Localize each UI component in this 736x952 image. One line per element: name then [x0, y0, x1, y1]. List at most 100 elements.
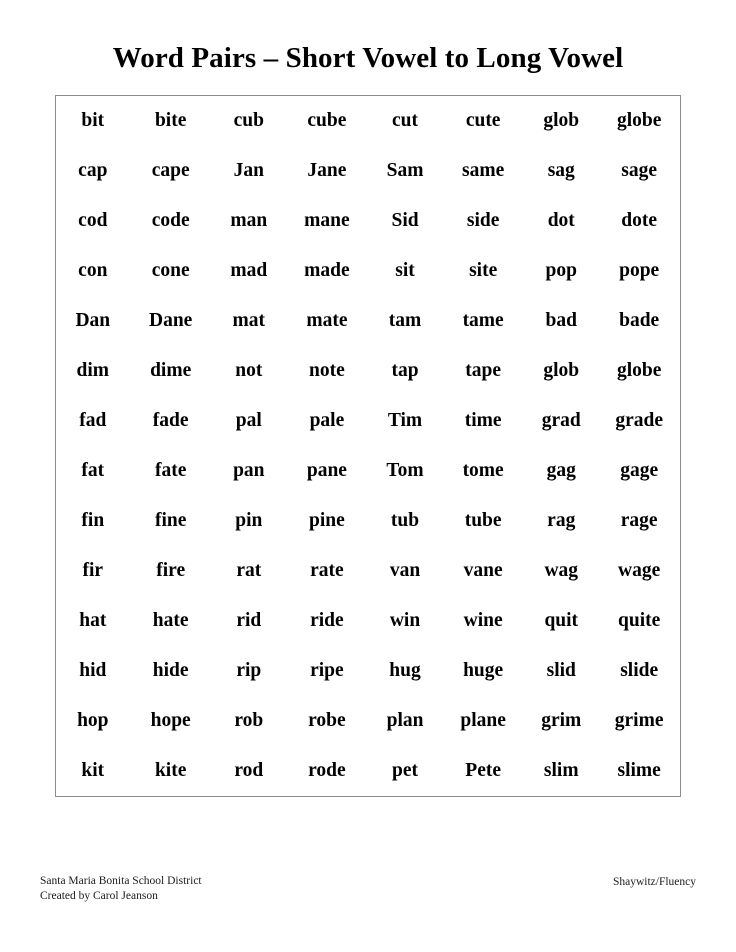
word-long: dote: [621, 210, 658, 232]
word-short: slim: [543, 760, 579, 782]
table-row: con cone mad made sit site pop pope: [56, 246, 681, 296]
page-footer: Santa Maria Bonita School District Creat…: [0, 874, 736, 904]
word-long: mane: [304, 210, 350, 232]
word-long: Pete: [465, 760, 501, 782]
table-row: fat fate pan pane Tom tome gag gage: [56, 446, 681, 496]
table-row: dim dime not note tap tape glob globe: [56, 346, 681, 396]
word-short: plan: [386, 710, 424, 732]
word-long: slide: [620, 660, 659, 682]
word-short: sit: [395, 260, 415, 282]
word-short: rod: [234, 760, 264, 782]
word-short: Jan: [233, 160, 264, 182]
word-short: wag: [544, 560, 579, 582]
word-long: fate: [154, 460, 187, 482]
word-long: globe: [616, 360, 662, 382]
word-long: slime: [617, 760, 661, 782]
word-short: rob: [234, 710, 264, 732]
word-short: Sam: [386, 160, 424, 182]
word-pairs-table-wrap: bit bite cub cube cut cute glob globe cap cape Jan…: [55, 95, 681, 798]
word-long: site: [469, 260, 498, 282]
word-short: kit: [81, 760, 105, 782]
word-short: fat: [81, 460, 105, 482]
word-long: pane: [306, 460, 347, 482]
word-long: rage: [620, 510, 658, 532]
word-short: sag: [547, 160, 575, 182]
word-short: cod: [78, 210, 108, 232]
word-short: pet: [392, 760, 419, 782]
table-row: Dan Dane mat mate tam tame bad bade: [56, 296, 681, 346]
word-long: wine: [463, 610, 503, 632]
word-pairs-table: bit bite cub cube cut cute glob globe cap cape Jan…: [55, 95, 681, 798]
word-long: cute: [465, 110, 501, 132]
word-short: quit: [544, 610, 579, 632]
word-long: robe: [308, 710, 346, 732]
word-short: cut: [392, 110, 419, 132]
word-long: quite: [618, 610, 661, 632]
word-short: pan: [233, 460, 265, 482]
table-row: bit bite cub cube cut cute glob globe: [56, 96, 681, 147]
word-long: rode: [308, 760, 346, 782]
word-long: pale: [309, 410, 345, 432]
word-short: hid: [79, 660, 107, 682]
word-short: not: [235, 360, 263, 382]
word-long: cape: [151, 160, 190, 182]
word-long: side: [466, 210, 500, 232]
word-short: tam: [388, 310, 422, 332]
word-long: fade: [152, 410, 189, 432]
word-long: ride: [310, 610, 344, 632]
word-long: rate: [310, 560, 344, 582]
word-long: kite: [154, 760, 187, 782]
word-long: huge: [463, 660, 504, 682]
word-long: ripe: [310, 660, 344, 682]
word-short: tub: [390, 510, 420, 532]
word-long: tome: [462, 460, 504, 482]
word-long: fire: [156, 560, 186, 582]
word-short: slid: [546, 660, 576, 682]
word-long: bade: [619, 310, 660, 332]
word-long: hate: [152, 610, 189, 632]
word-long: hope: [150, 710, 191, 732]
word-short: bit: [81, 110, 105, 132]
table-row: hid hide rip ripe hug huge slid slide: [56, 646, 681, 696]
word-short: mat: [232, 310, 266, 332]
word-short: Dan: [75, 310, 111, 332]
word-short: van: [389, 560, 421, 582]
word-short: bad: [545, 310, 577, 332]
word-long: cube: [307, 110, 347, 132]
word-long: tape: [465, 360, 502, 382]
table-row: fad fade pal pale Tim time grad grade: [56, 396, 681, 446]
word-short: gag: [546, 460, 576, 482]
word-short: grim: [541, 710, 582, 732]
word-long: bite: [154, 110, 187, 132]
word-long: tame: [462, 310, 504, 332]
word-long: fine: [154, 510, 187, 532]
word-short: glob: [543, 110, 580, 132]
word-short: Sid: [391, 210, 419, 232]
table-row: fin fine pin pine tub tube rag rage: [56, 496, 681, 546]
word-short: win: [389, 610, 421, 632]
word-short: man: [230, 210, 268, 232]
table-row: hop hope rob robe plan plane grim grime: [56, 696, 681, 746]
word-short: pop: [545, 260, 577, 282]
word-short: hat: [79, 610, 107, 632]
table-row: hat hate rid ride win wine quit quite: [56, 596, 681, 646]
word-long: Jane: [307, 160, 347, 182]
footer-district: Santa Maria Bonita School District: [40, 874, 202, 887]
word-short: rip: [236, 660, 262, 682]
footer-source: Shaywitz/Fluency: [612, 875, 696, 888]
word-long: cone: [151, 260, 190, 282]
word-long: made: [304, 260, 350, 282]
word-short: fin: [81, 510, 105, 532]
table-row: fir fire rat rate van vane wag wage: [56, 546, 681, 596]
word-long: gage: [620, 460, 659, 482]
word-short: grad: [541, 410, 581, 432]
word-long: plane: [460, 710, 506, 732]
word-long: same: [462, 160, 505, 182]
page-title: Word Pairs – Short Vowel to Long Vowel: [112, 42, 624, 74]
word-short: rid: [236, 610, 262, 632]
word-long: time: [464, 410, 502, 432]
word-short: cub: [233, 110, 264, 132]
word-long: globe: [616, 110, 662, 132]
word-short: glob: [543, 360, 580, 382]
word-short: rag: [547, 510, 576, 532]
